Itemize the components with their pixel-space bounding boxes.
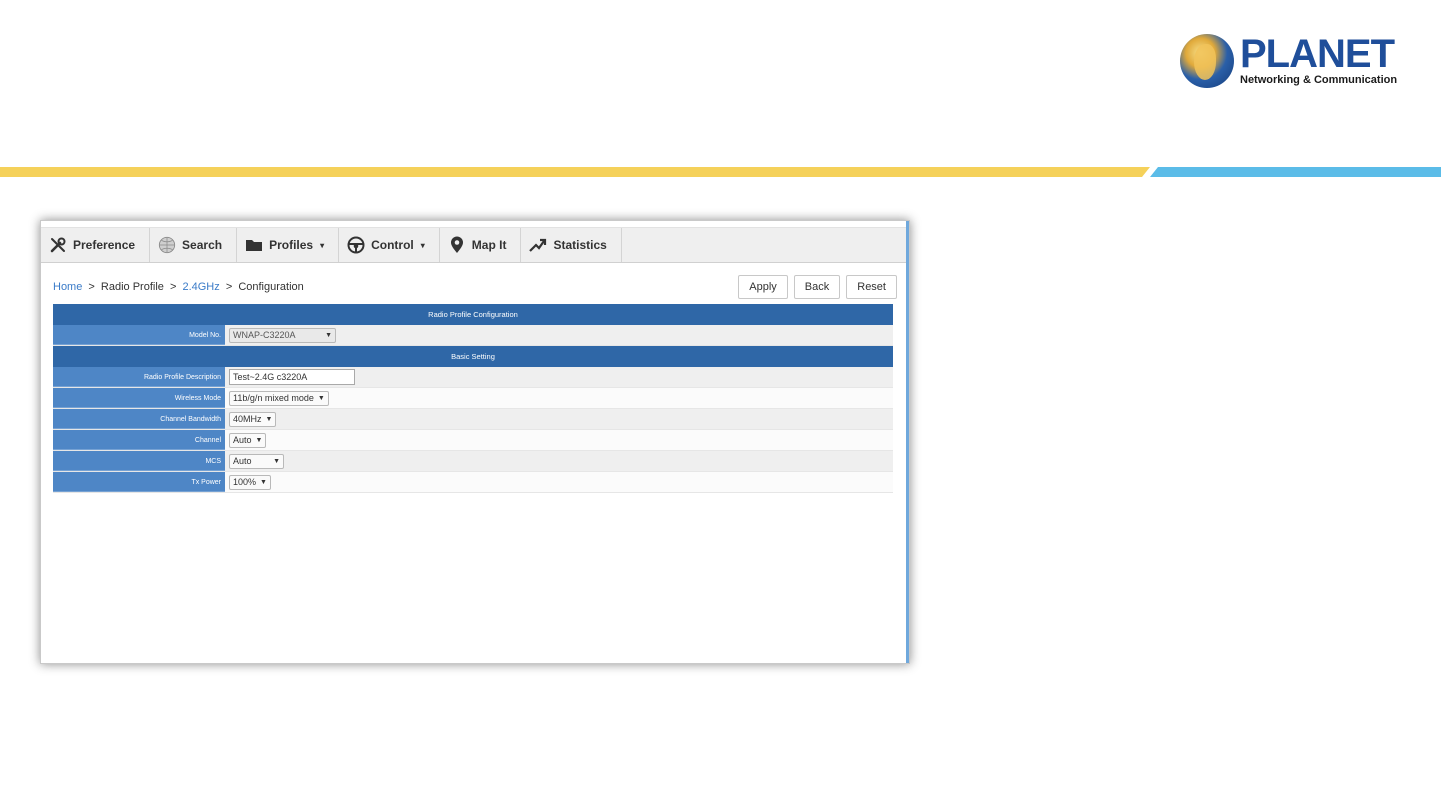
breadcrumb-current-page: Configuration <box>238 281 304 293</box>
chevron-down-icon: ▾ <box>320 240 325 250</box>
nav-preference-label: Preference <box>73 238 136 252</box>
radio-profile-form: Radio Profile Configuration Model No. WN… <box>53 304 893 493</box>
header-stripe-yellow <box>0 167 1150 177</box>
nav-profiles-label: Profiles <box>269 238 314 252</box>
wrench-screwdriver-icon <box>49 236 67 254</box>
logo-wordmark: PLANET <box>1240 32 1395 76</box>
nav-map-it-label: Map It <box>471 238 507 252</box>
form-row-mcs: MCS Auto ▼ <box>53 451 893 472</box>
model-select[interactable]: WNAP-C3220A ▼ <box>229 327 336 343</box>
nav-statistics-label: Statistics <box>553 238 607 252</box>
tx-power-value: 100% <box>233 477 257 487</box>
form-row-description: Radio Profile Description Test~2.4G c322… <box>53 367 893 388</box>
channel-label: Channel <box>53 430 225 450</box>
nav-map-it[interactable]: Map It <box>440 228 522 262</box>
section-header-radio-profile: Radio Profile Configuration <box>53 304 893 325</box>
channel-value: Auto <box>233 435 252 445</box>
tx-power-select[interactable]: 100% ▼ <box>229 474 271 490</box>
nav-statistics[interactable]: Statistics <box>521 228 622 262</box>
breadcrumb: Home > Radio Profile > 2.4GHz > Configur… <box>53 281 304 293</box>
apply-button[interactable]: Apply <box>738 275 788 299</box>
model-label: Model No. <box>53 325 225 345</box>
chevron-down-icon: ▼ <box>325 331 332 339</box>
trend-arrow-icon <box>529 236 547 254</box>
logo-tagline: Networking & Communication <box>1240 74 1398 86</box>
chevron-down-icon: ▼ <box>255 436 263 444</box>
form-row-channel-bandwidth: Channel Bandwidth 40MHz ▼ <box>53 409 893 430</box>
breadcrumb-radio-profile: Radio Profile <box>100 281 164 293</box>
nav-preference[interactable]: Preference <box>41 228 151 262</box>
breadcrumb-separator: > <box>225 281 233 293</box>
form-row-tx-power: Tx Power 100% ▼ <box>53 472 893 493</box>
action-buttons: Apply Back Reset <box>738 275 897 299</box>
channel-select[interactable]: Auto ▼ <box>229 432 267 448</box>
channel-bandwidth-value: 40MHz <box>233 414 262 424</box>
description-label: Radio Profile Description <box>53 367 225 387</box>
globe-search-icon <box>158 236 176 254</box>
mcs-select[interactable]: Auto ▼ <box>229 453 284 469</box>
channel-bandwidth-label: Channel Bandwidth <box>53 409 225 429</box>
app-window: Preference Search Profiles ▾ Control ▾ M… <box>40 220 910 664</box>
nav-control-label: Control <box>371 238 414 252</box>
model-select-value: WNAP-C3220A <box>233 330 296 340</box>
reset-button[interactable]: Reset <box>846 275 897 299</box>
breadcrumb-band-link[interactable]: 2.4GHz <box>182 281 219 293</box>
map-pin-icon <box>448 236 466 254</box>
section-header-basic-setting: Basic Setting <box>53 346 893 367</box>
folder-icon <box>245 236 263 254</box>
form-row-model: Model No. WNAP-C3220A ▼ <box>53 325 893 346</box>
breadcrumb-separator: > <box>88 281 95 293</box>
top-navbar: Preference Search Profiles ▾ Control ▾ M… <box>41 227 909 263</box>
breadcrumb-separator: > <box>169 281 177 293</box>
chevron-down-icon: ▼ <box>260 478 267 486</box>
mcs-value: Auto <box>233 456 252 466</box>
wireless-mode-select[interactable]: 11b/g/n mixed mode ▼ <box>229 390 329 406</box>
nav-profiles[interactable]: Profiles ▾ <box>237 228 340 262</box>
chevron-down-icon: ▾ <box>420 240 425 250</box>
nav-control[interactable]: Control ▾ <box>339 228 440 262</box>
form-row-wireless-mode: Wireless Mode 11b/g/n mixed mode ▼ <box>53 388 893 409</box>
chevron-down-icon: ▼ <box>273 457 280 465</box>
steering-wheel-icon <box>347 236 365 254</box>
planet-logo: PLANET Networking & Communication <box>1180 30 1397 90</box>
tx-power-label: Tx Power <box>53 472 225 492</box>
breadcrumb-home-link[interactable]: Home <box>53 281 82 293</box>
chevron-down-icon: ▼ <box>265 415 273 423</box>
mcs-label: MCS <box>53 451 225 471</box>
header-stripe-blue <box>1150 167 1441 177</box>
globe-logo-icon <box>1180 34 1234 88</box>
back-button[interactable]: Back <box>793 275 841 299</box>
form-row-channel: Channel Auto ▼ <box>53 430 893 451</box>
wireless-mode-value: 11b/g/n mixed mode <box>233 393 314 403</box>
nav-search[interactable]: Search <box>150 228 238 262</box>
chevron-down-icon: ▼ <box>317 394 325 402</box>
channel-bandwidth-select[interactable]: 40MHz ▼ <box>229 411 277 427</box>
wireless-mode-label: Wireless Mode <box>53 388 225 408</box>
nav-search-label: Search <box>182 238 223 252</box>
description-input[interactable]: Test~2.4G c3220A <box>229 369 355 385</box>
